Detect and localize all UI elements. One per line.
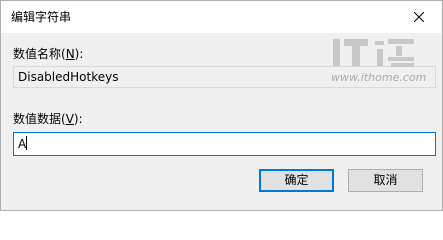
close-icon [414, 11, 424, 22]
window-title: 编辑字符串 [11, 10, 72, 24]
ok-button[interactable]: 确定 [259, 169, 334, 192]
cancel-button[interactable]: 取消 [348, 169, 423, 192]
text-caret [26, 136, 28, 150]
value-name-accelerator: N [65, 47, 75, 61]
watermark-url: www.ithome.com [331, 71, 427, 84]
value-data-accelerator: V [65, 112, 74, 126]
ithome-watermark: www.ithome.com [325, 33, 437, 89]
edit-string-dialog: 编辑字符串 数值名称(N): DisabledHotkeys 数值数据(V): … [0, 0, 443, 211]
value-data-field[interactable]: A [13, 132, 436, 156]
ithome-logo [333, 39, 414, 67]
title-bar[interactable]: 编辑字符串 [1, 1, 442, 33]
close-button[interactable] [396, 1, 442, 32]
value-name-label: 数值名称(N): [13, 47, 84, 61]
value-data-label: 数值数据(V): [13, 112, 83, 126]
